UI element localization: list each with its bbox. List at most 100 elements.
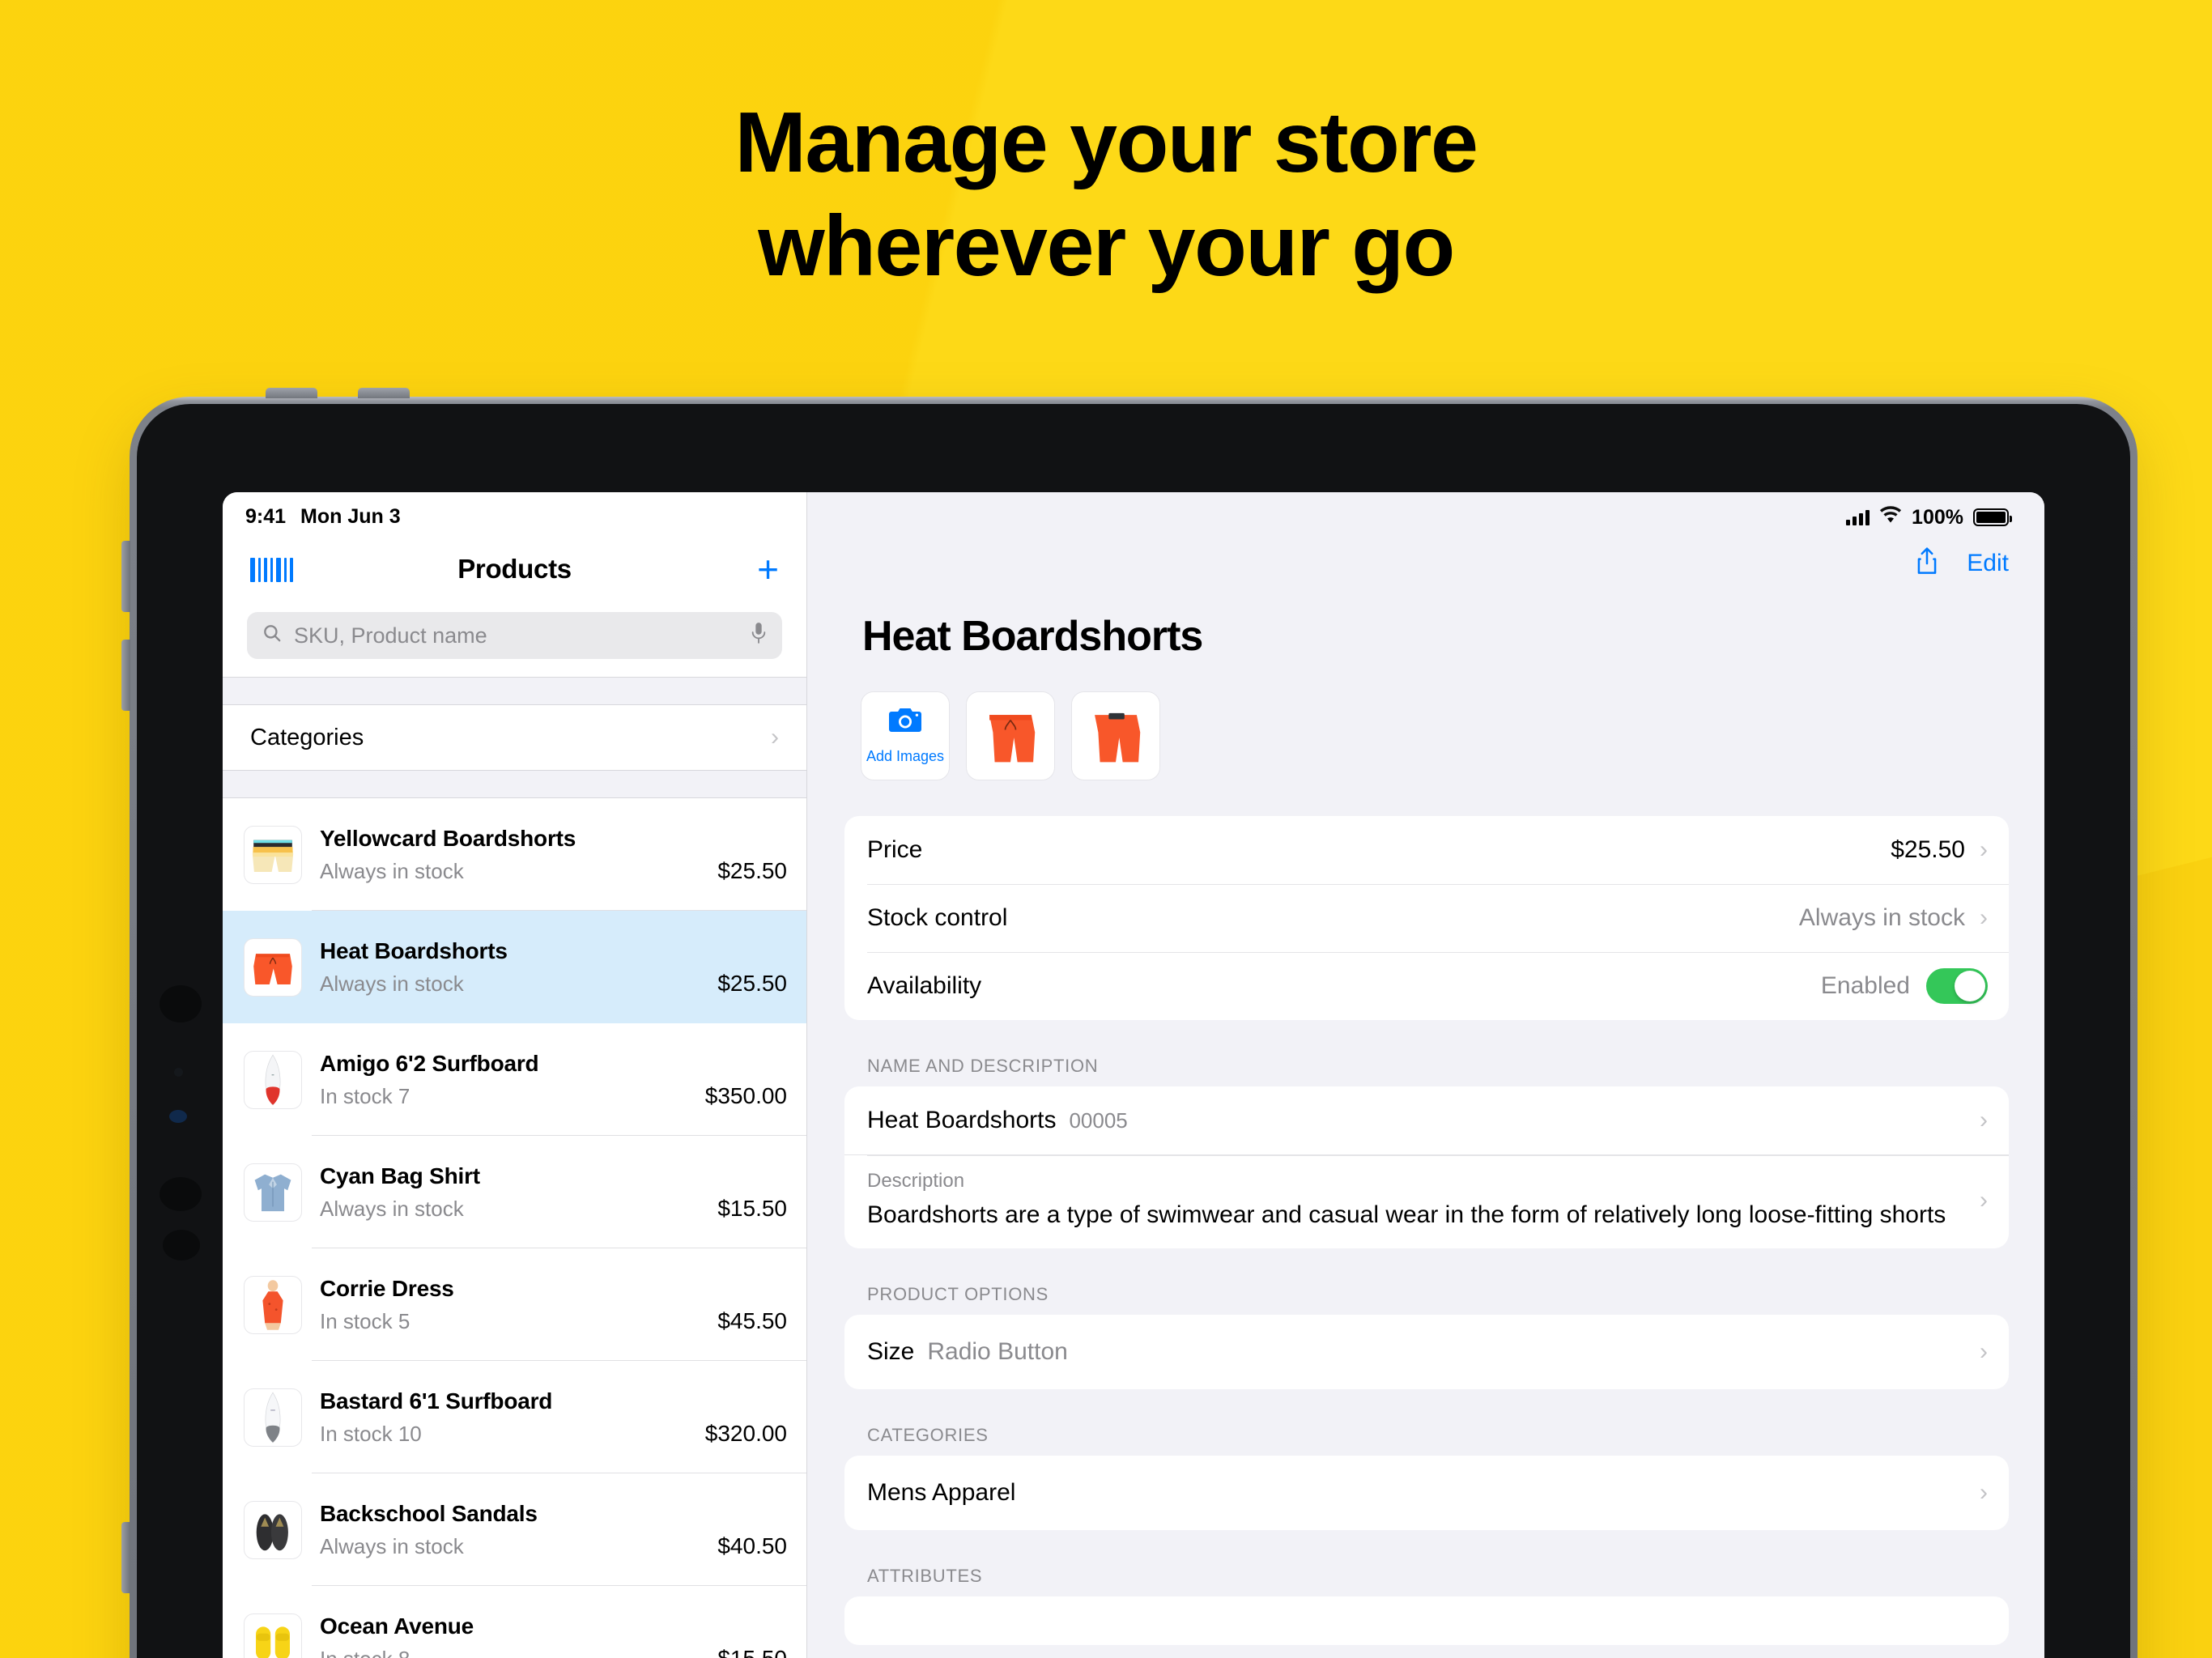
- toggle-knob: [1955, 971, 1985, 1001]
- sidebar-navbar: Products +: [223, 534, 806, 604]
- product-stock: In stock 7: [320, 1083, 410, 1108]
- summary-row[interactable]: Price $25.50 ›: [844, 816, 2009, 884]
- summary-row[interactable]: Stock control Always in stock ›: [844, 884, 2009, 952]
- product-name: Cyan Bag Shirt: [320, 1163, 480, 1188]
- boardshorts-front-icon: [989, 715, 1036, 763]
- description-text: Boardshorts are a type of swimwear and c…: [867, 1201, 1946, 1228]
- search-placeholder: SKU, Product name: [294, 623, 487, 648]
- detail-scroll-area[interactable]: Heat Boardshorts Add Images Price $25.50…: [807, 593, 2044, 1658]
- sidebar-spacer-top: [223, 677, 806, 704]
- product-stock: Always in stock: [320, 1533, 464, 1558]
- search-container: SKU, Product name: [223, 604, 806, 677]
- side-button-3[interactable]: [121, 1522, 130, 1593]
- list-item[interactable]: Cyan Bag Shirt Always in stock $15.50: [223, 1136, 806, 1248]
- description-label: Description: [867, 1170, 965, 1192]
- product-thumbnail-icon: [244, 825, 302, 884]
- chevron-right-icon: ›: [1980, 836, 1988, 863]
- list-item-body: Yellowcard Boardshorts Always in stock $25…: [320, 826, 787, 884]
- product-stock: Always in stock: [320, 1196, 464, 1221]
- product-detail-panel: 100% Edit Heat Boardshorts Add Images Pr…: [807, 492, 2044, 1658]
- camera-icon: [888, 707, 922, 740]
- product-thumbnail-icon: [244, 1388, 302, 1447]
- list-item-body: Corrie Dress In stock 5 $45.50: [320, 1276, 787, 1334]
- category-row[interactable]: Mens Apparel ›: [844, 1456, 2009, 1530]
- list-item[interactable]: Backschool Sandals Always in stock $40.50: [223, 1473, 806, 1586]
- list-item[interactable]: Bastard 6'1 Surfboard In stock 10 $320.00: [223, 1361, 806, 1473]
- product-description-row[interactable]: Description Boardshorts are a type of sw…: [844, 1154, 2009, 1248]
- product-stock: In stock 8: [320, 1647, 410, 1658]
- product-name: Heat Boardshorts: [320, 937, 508, 963]
- front-camera-icon: [160, 985, 202, 1022]
- product-options-card: Size Radio Button ›: [844, 1315, 2009, 1389]
- battery-percent: 100%: [1912, 505, 1963, 529]
- product-option-size-row[interactable]: Size Radio Button ›: [844, 1315, 2009, 1389]
- summary-row-label: Price: [867, 836, 923, 863]
- product-price: $320.00: [704, 1420, 787, 1446]
- product-meta: In stock 5 $45.50: [320, 1308, 787, 1334]
- product-stock: Always in stock: [320, 971, 464, 996]
- search-input[interactable]: SKU, Product name: [247, 612, 782, 659]
- ambient-sensor-icon: [174, 1068, 183, 1077]
- marketing-headline: Manage your store wherever your go: [0, 91, 2212, 299]
- product-price: $25.50: [717, 857, 787, 883]
- product-image-thumb-front[interactable]: [966, 691, 1055, 780]
- list-item-body: Heat Boardshorts Always in stock $25.50: [320, 938, 787, 997]
- chevron-right-icon: ›: [1980, 1186, 1988, 1214]
- product-name: Amigo 6'2 Surfboard: [320, 1050, 539, 1076]
- status-time: 9:41: [245, 504, 287, 528]
- add-images-label: Add Images: [866, 748, 945, 764]
- depth-sensor-icon: [160, 1177, 202, 1211]
- summary-row[interactable]: Availability Enabled: [844, 952, 2009, 1020]
- volume-up-button[interactable]: [266, 388, 317, 398]
- option-name: Size: [867, 1338, 915, 1365]
- summary-card: Price $25.50 › Stock control Always in stock…: [844, 816, 2009, 1020]
- battery-icon: [1973, 508, 2012, 526]
- list-item[interactable]: Amigo 6'2 Surfboard In stock 7 $350.00: [223, 1023, 806, 1136]
- product-list[interactable]: Yellowcard Boardshorts Always in stock $25…: [223, 798, 806, 1658]
- list-item[interactable]: Yellowcard Boardshorts Always in stock $25…: [223, 798, 806, 911]
- product-image-thumb-back[interactable]: [1071, 691, 1160, 780]
- product-name: Corrie Dress: [320, 1275, 454, 1301]
- product-stock: Always in stock: [320, 858, 464, 883]
- list-item[interactable]: Ocean Avenue In stock 8 $15.50: [223, 1586, 806, 1658]
- product-sku-value: 00005: [1069, 1107, 1128, 1133]
- list-item-body: Bastard 6'1 Surfboard In stock 10 $320.00: [320, 1388, 787, 1447]
- product-price: $15.50: [717, 1195, 787, 1221]
- sidebar-item-categories[interactable]: Categories ›: [223, 704, 806, 771]
- add-product-button[interactable]: +: [757, 551, 779, 588]
- chevron-right-icon: ›: [771, 724, 779, 750]
- headline-line-1: Manage your store: [734, 95, 1478, 190]
- product-meta: Always in stock $15.50: [320, 1196, 787, 1222]
- product-thumbnail-icon: [244, 1275, 302, 1334]
- side-button-2[interactable]: [121, 640, 130, 711]
- section-header-name-description: NAME AND DESCRIPTION: [867, 1056, 1099, 1076]
- volume-down-button[interactable]: [358, 388, 410, 398]
- sidebar-spacer-mid: [223, 771, 806, 798]
- summary-row-label: Availability: [867, 972, 982, 999]
- list-item[interactable]: Heat Boardshorts Always in stock $25.50: [223, 911, 806, 1023]
- headline-line-2: wherever your go: [758, 198, 1455, 295]
- share-icon[interactable]: [1915, 546, 1939, 581]
- section-header-attributes: ATTRIBUTES: [867, 1566, 983, 1586]
- list-item-body: Amigo 6'2 Surfboard In stock 7 $350.00: [320, 1051, 787, 1109]
- tablet-screen: 9:41 Mon Jun 3 Products + SKU, Product n…: [223, 492, 2044, 1658]
- chevron-right-icon: ›: [1980, 1479, 1988, 1506]
- product-name: Yellowcard Boardshorts: [320, 825, 576, 851]
- add-images-button[interactable]: Add Images: [861, 691, 950, 780]
- chevron-right-icon: ›: [1980, 904, 1988, 931]
- product-name-value: Heat Boardshorts: [867, 1107, 1057, 1133]
- product-name-row[interactable]: Heat Boardshorts 00005 ›: [844, 1086, 2009, 1154]
- product-price: $15.50: [717, 1645, 787, 1658]
- microphone-icon[interactable]: [750, 621, 768, 651]
- list-item[interactable]: Corrie Dress In stock 5 $45.50: [223, 1248, 806, 1361]
- side-button-1[interactable]: [121, 541, 130, 612]
- name-description-card: Heat Boardshorts 00005 › Description Boa…: [844, 1086, 2009, 1248]
- list-item-body: Ocean Avenue In stock 8 $15.50: [320, 1613, 787, 1658]
- chevron-right-icon: ›: [1980, 1338, 1988, 1365]
- page-title: Heat Boardshorts: [862, 613, 1203, 660]
- availability-toggle[interactable]: [1926, 968, 1988, 1004]
- summary-row-label: Stock control: [867, 904, 1008, 931]
- product-meta: In stock 7 $350.00: [320, 1083, 787, 1109]
- edit-button[interactable]: Edit: [1967, 550, 2009, 577]
- wifi-icon: [1879, 505, 1902, 529]
